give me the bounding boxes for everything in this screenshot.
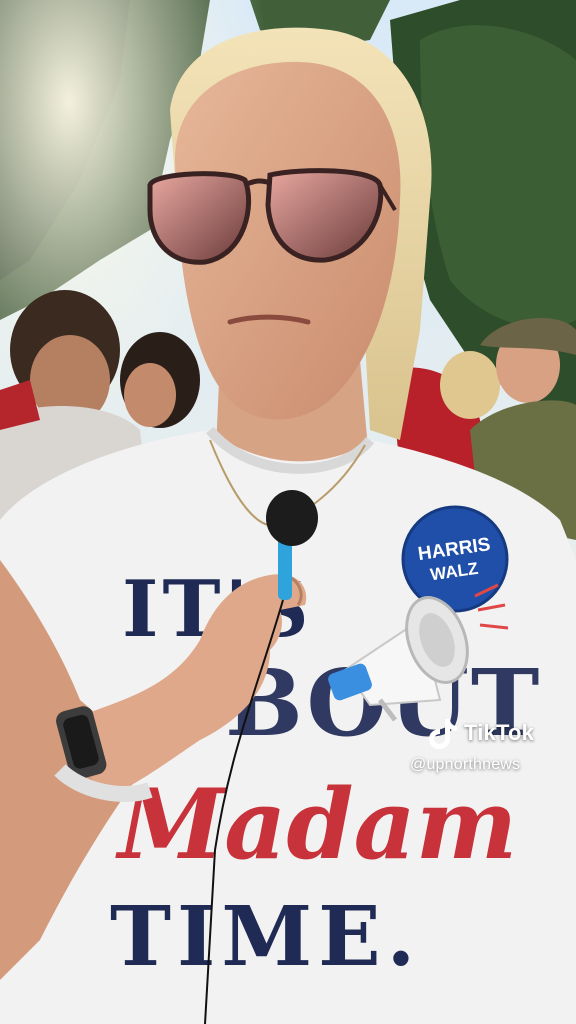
harris-walz-button: HARRIS WALZ [401,505,509,613]
shirt-text-time: TIME. [110,889,421,985]
video-scene: IT'S BOUT Madam TIME. HARRIS WALZ [0,0,576,1024]
creator-handle: @upnorthnews [410,756,521,773]
tiktok-watermark: TikTok @upnorthnews [410,716,570,774]
video-frame: IT'S BOUT Madam TIME. HARRIS WALZ [0,0,576,1024]
watermark-brand-row: TikTok [428,716,570,750]
shirt-text-madam: Madam [115,768,517,881]
tiktok-brand-label: TikTok [464,720,535,745]
tiktok-logo-icon [429,719,457,749]
